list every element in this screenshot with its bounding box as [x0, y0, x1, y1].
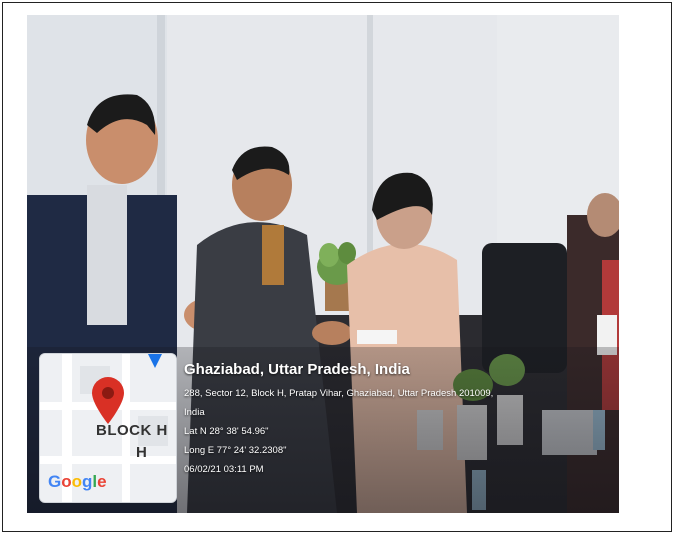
location-pin-icon — [92, 377, 124, 424]
geotag-details: Ghaziabad, Uttar Pradesh, India 288, Sec… — [184, 361, 493, 479]
image-frame: BLOCK H H Google Ghaziabad, Uttar Prades… — [2, 2, 672, 532]
latitude: Lat N 28° 38' 54.96" — [184, 426, 269, 437]
address-line-2: India — [184, 407, 205, 418]
location-title: Ghaziabad, Uttar Pradesh, India — [184, 361, 410, 378]
longitude: Long E 77° 24' 32.2308" — [184, 445, 287, 456]
map-label-h: H — [136, 444, 148, 461]
google-logo: Google — [48, 472, 107, 491]
address-line-1: 288, Sector 12, Block H, Pratap Vihar, G… — [184, 388, 494, 399]
map-label-block-h: BLOCK H — [96, 422, 168, 439]
photo: BLOCK H H Google Ghaziabad, Uttar Prades… — [27, 15, 619, 513]
timestamp: 06/02/21 03:11 PM — [184, 464, 264, 475]
map-thumbnail: BLOCK H H Google — [39, 353, 177, 503]
